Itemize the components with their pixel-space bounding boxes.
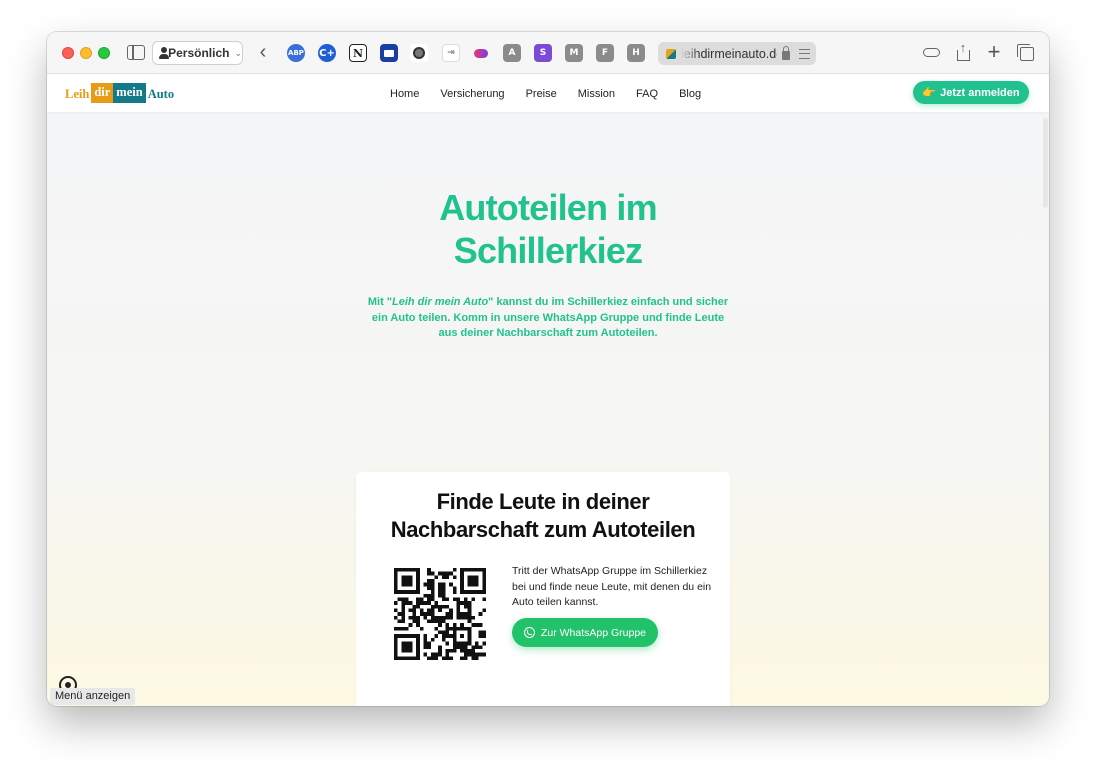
m-extension-icon[interactable]: M <box>565 44 583 62</box>
new-tab-plus-icon[interactable]: + <box>984 39 1004 64</box>
nav-item-home[interactable]: Home <box>390 88 419 100</box>
site-header: Leih dir mein Auto Home Versicherung Pre… <box>47 74 1049 112</box>
minimize-window-button[interactable] <box>80 47 92 59</box>
share-icon[interactable] <box>953 40 973 62</box>
c-plus-icon[interactable]: C+ <box>318 44 336 62</box>
lock-icon <box>782 45 790 60</box>
signup-button[interactable]: 👉 Jetzt anmelden <box>913 81 1029 104</box>
tab-overview-icon[interactable] <box>1015 42 1035 62</box>
menu-tooltip: Menü anzeigen <box>50 688 136 705</box>
nav-item-versicherung[interactable]: Versicherung <box>440 88 504 100</box>
profile-selector[interactable]: Persönlich ⌄ <box>152 41 243 65</box>
logo-part-leih: Leih <box>65 87 90 101</box>
site-logo[interactable]: Leih dir mein Auto <box>65 83 174 103</box>
pointing-hand-icon: 👉 <box>922 87 937 99</box>
main-nav: Home Versicherung Preise Mission FAQ Blo… <box>390 88 701 100</box>
record-icon[interactable] <box>410 44 428 62</box>
card-description: Tritt der WhatsApp Gruppe im Schillerkie… <box>512 565 712 608</box>
cloud-extension-icon[interactable] <box>472 44 490 62</box>
a-extension-icon[interactable]: A <box>503 44 521 62</box>
whatsapp-button-label: Zur WhatsApp Gruppe <box>540 626 647 639</box>
person-icon <box>159 47 170 59</box>
logo-part-dir: dir <box>91 83 114 103</box>
card-title-line-1: Finde Leute in deiner <box>436 489 650 514</box>
chevron-down-icon: ⌄ <box>234 47 242 58</box>
profile-label: Persönlich <box>168 46 230 60</box>
notion-icon[interactable]: N <box>349 44 367 62</box>
f-extension-icon[interactable]: F <box>596 44 614 62</box>
card-title-line-2: Nachbarschaft zum Autoteilen <box>390 517 696 542</box>
book-icon[interactable] <box>380 44 398 62</box>
adblock-plus-icon[interactable]: ABP <box>287 44 305 62</box>
logo-part-auto: Auto <box>147 87 175 101</box>
hero-subtitle-prefix: Mit " <box>367 296 393 308</box>
hero-subtitle-brand: Leih dir mein Auto <box>392 296 489 308</box>
card-title: Finde Leute in deiner Nachbarschaft zum … <box>356 488 730 544</box>
site-favicon-icon <box>666 48 676 59</box>
browser-toolbar: Persönlich ⌄ ‹ ABP C+ N ⇥ A S M F H leih… <box>47 32 1049 74</box>
logo-part-mein: mein <box>113 83 146 103</box>
nav-item-preise[interactable]: Preise <box>526 88 557 100</box>
zoom-window-button[interactable] <box>98 47 110 59</box>
address-bar[interactable]: leihdirmeinauto.de <box>658 42 816 65</box>
browser-window: Persönlich ⌄ ‹ ABP C+ N ⇥ A S M F H leih… <box>47 32 1049 706</box>
sidebar-toggle-icon[interactable] <box>127 45 145 60</box>
icloud-tabs-icon[interactable] <box>921 42 941 62</box>
web-page: Leih dir mein Auto Home Versicherung Pre… <box>47 74 1049 706</box>
hero-title-line-1: Autoteilen im <box>439 187 657 228</box>
whatsapp-icon <box>523 627 535 638</box>
page-icon[interactable]: ⇥ <box>442 44 460 62</box>
h-extension-icon[interactable]: H <box>627 44 645 62</box>
nav-item-faq[interactable]: FAQ <box>636 88 658 100</box>
whatsapp-group-button[interactable]: Zur WhatsApp Gruppe <box>512 618 658 647</box>
reader-mode-icon[interactable] <box>799 48 810 59</box>
hero-title-line-2: Schillerkiez <box>453 230 643 271</box>
hero-subtitle: Mit "Leih dir mein Auto" kannst du im Sc… <box>365 295 731 342</box>
s-extension-icon[interactable]: S <box>534 44 552 62</box>
nav-item-blog[interactable]: Blog <box>679 88 701 100</box>
url-text: leihdirmeinauto.de <box>681 46 777 61</box>
whatsapp-card: Finde Leute in deiner Nachbarschaft zum … <box>356 472 730 706</box>
close-window-button[interactable] <box>62 47 74 59</box>
signup-button-label: Jetzt anmelden <box>940 86 1020 99</box>
qr-code-icon <box>394 568 486 660</box>
nav-item-mission[interactable]: Mission <box>578 88 615 100</box>
hero-title: Autoteilen im Schillerkiez <box>47 186 1049 272</box>
back-arrow-icon[interactable]: ‹ <box>255 41 271 63</box>
